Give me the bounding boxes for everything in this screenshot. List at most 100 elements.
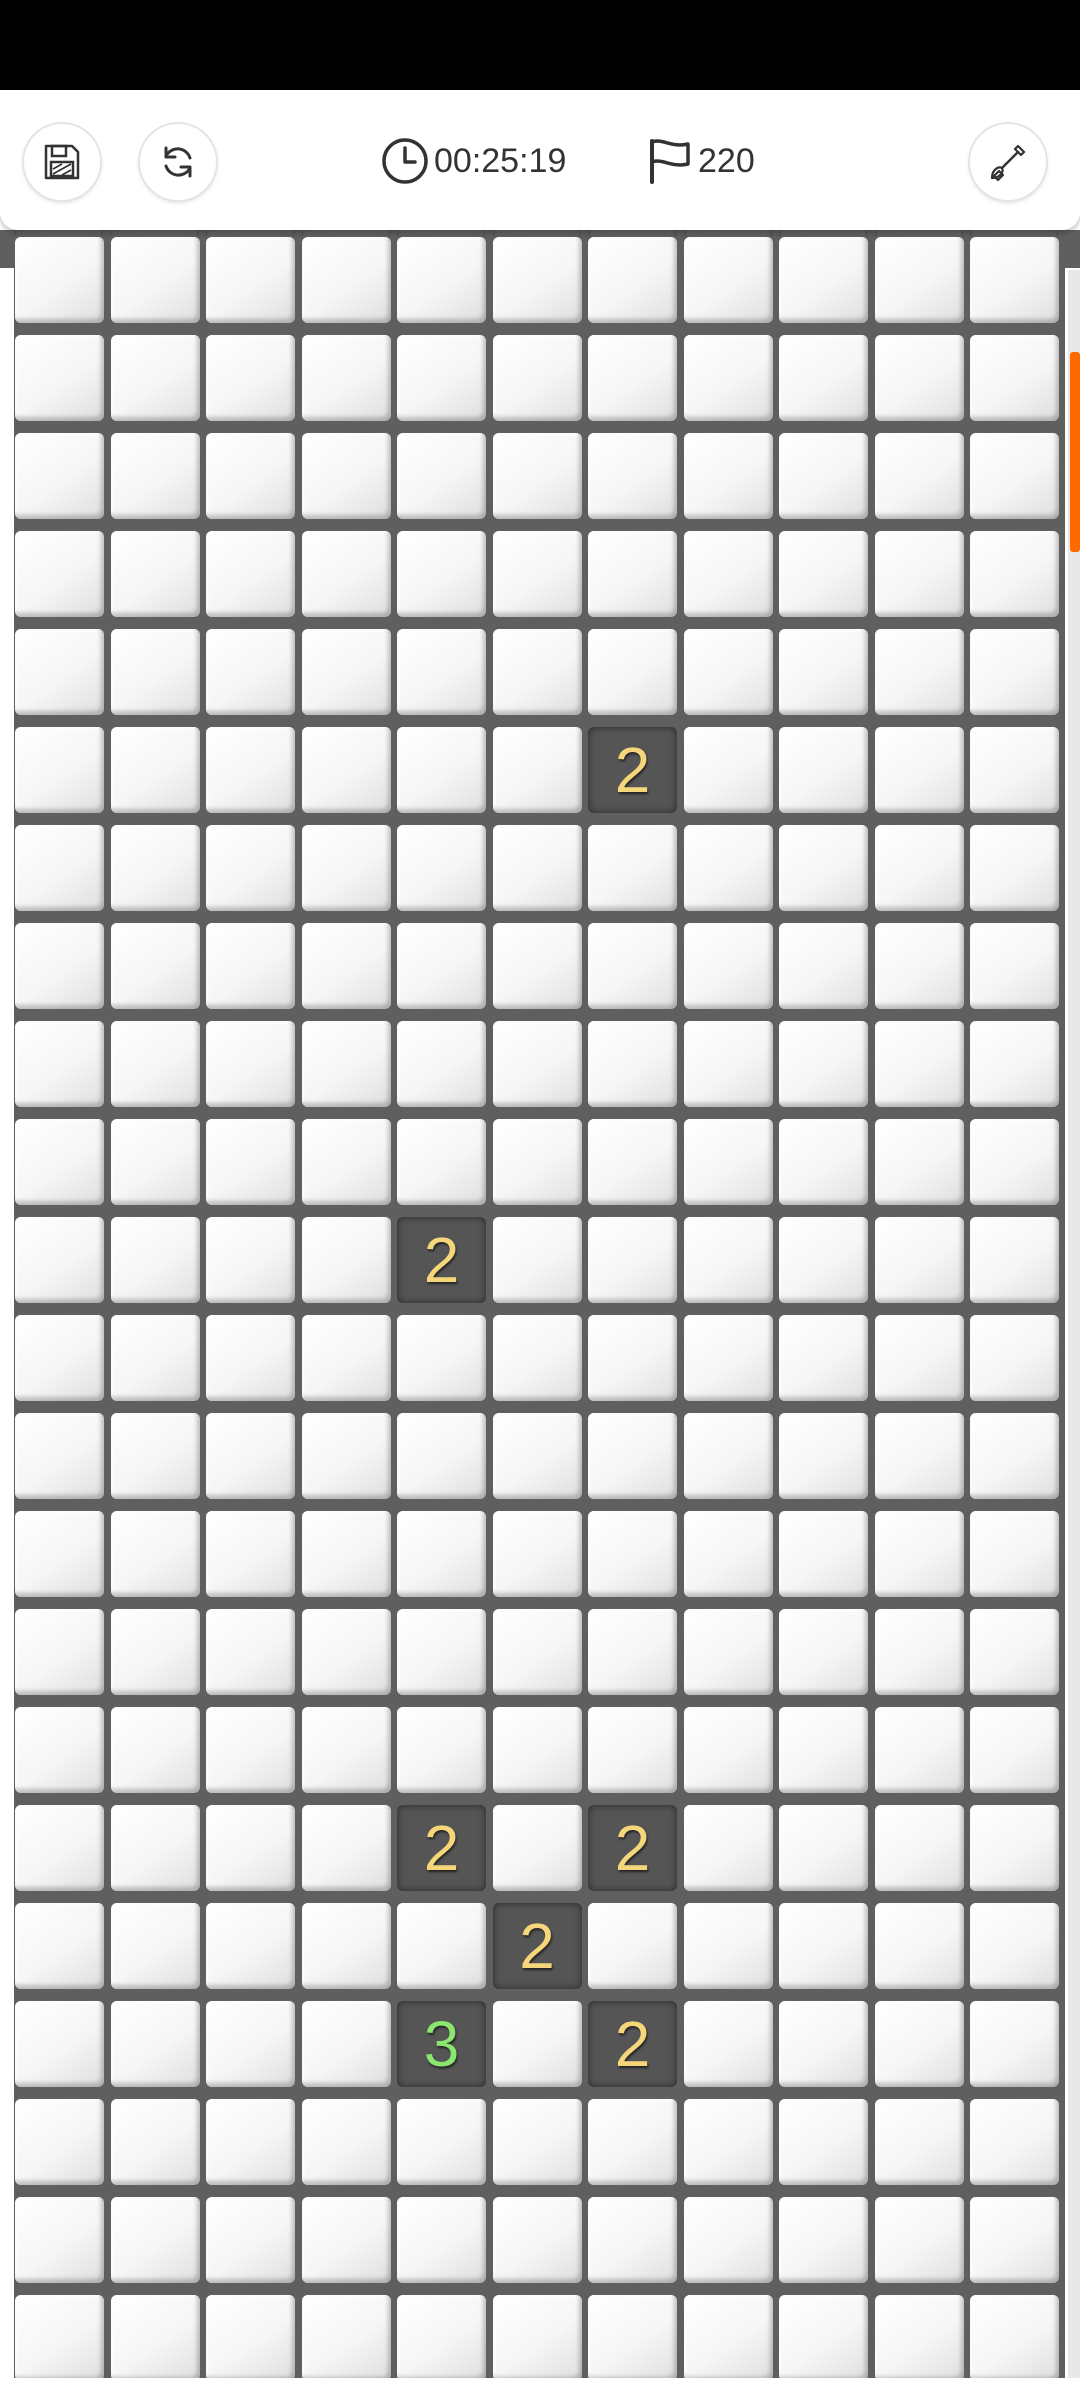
unrevealed-cell[interactable] — [15, 2197, 104, 2283]
unrevealed-cell[interactable] — [206, 727, 295, 813]
unrevealed-cell[interactable] — [110, 1315, 200, 1401]
unrevealed-cell[interactable] — [683, 1119, 773, 1205]
unrevealed-cell[interactable] — [492, 1413, 582, 1499]
unrevealed-cell[interactable] — [970, 237, 1059, 323]
unrevealed-cell[interactable] — [588, 1413, 677, 1499]
unrevealed-cell[interactable] — [301, 1511, 391, 1597]
unrevealed-cell[interactable] — [779, 727, 868, 813]
unrevealed-cell[interactable] — [588, 531, 677, 617]
unrevealed-cell[interactable] — [970, 1315, 1059, 1401]
unrevealed-cell[interactable] — [206, 1021, 295, 1107]
unrevealed-cell[interactable] — [492, 727, 582, 813]
unrevealed-cell[interactable] — [970, 727, 1059, 813]
unrevealed-cell[interactable] — [874, 1315, 964, 1401]
unrevealed-cell[interactable] — [15, 1511, 104, 1597]
unrevealed-cell[interactable] — [588, 923, 677, 1009]
unrevealed-cell[interactable] — [110, 1805, 200, 1891]
unrevealed-cell[interactable] — [588, 1903, 677, 1989]
unrevealed-cell[interactable] — [588, 433, 677, 519]
unrevealed-cell[interactable] — [779, 237, 868, 323]
unrevealed-cell[interactable] — [110, 1707, 200, 1793]
unrevealed-cell[interactable] — [874, 825, 964, 911]
unrevealed-cell[interactable] — [492, 1707, 582, 1793]
unrevealed-cell[interactable] — [397, 1511, 486, 1597]
unrevealed-cell[interactable] — [492, 237, 582, 323]
unrevealed-cell[interactable] — [301, 2197, 391, 2283]
unrevealed-cell[interactable] — [110, 1511, 200, 1597]
unrevealed-cell[interactable] — [301, 629, 391, 715]
unrevealed-cell[interactable] — [683, 237, 773, 323]
unrevealed-cell[interactable] — [874, 1119, 964, 1205]
scrollbar-thumb[interactable] — [1070, 352, 1080, 552]
unrevealed-cell[interactable] — [970, 1119, 1059, 1205]
save-button[interactable] — [22, 122, 102, 202]
unrevealed-cell[interactable] — [492, 433, 582, 519]
unrevealed-cell[interactable] — [15, 433, 104, 519]
unrevealed-cell[interactable] — [779, 433, 868, 519]
dig-mode-button[interactable] — [968, 122, 1048, 202]
unrevealed-cell[interactable] — [683, 2001, 773, 2087]
unrevealed-cell[interactable] — [301, 825, 391, 911]
unrevealed-cell[interactable] — [683, 2197, 773, 2283]
unrevealed-cell[interactable] — [779, 2001, 868, 2087]
unrevealed-cell[interactable] — [206, 1805, 295, 1891]
unrevealed-cell[interactable] — [206, 2197, 295, 2283]
unrevealed-cell[interactable] — [206, 1217, 295, 1303]
unrevealed-cell[interactable] — [301, 2001, 391, 2087]
unrevealed-cell[interactable] — [301, 335, 391, 421]
unrevealed-cell[interactable] — [970, 923, 1059, 1009]
unrevealed-cell[interactable] — [779, 2197, 868, 2283]
unrevealed-cell[interactable] — [15, 2001, 104, 2087]
unrevealed-cell[interactable] — [683, 1021, 773, 1107]
unrevealed-cell[interactable] — [15, 237, 104, 323]
unrevealed-cell[interactable] — [683, 433, 773, 519]
unrevealed-cell[interactable] — [206, 923, 295, 1009]
unrevealed-cell[interactable] — [397, 2099, 486, 2185]
unrevealed-cell[interactable] — [397, 1119, 486, 1205]
unrevealed-cell[interactable] — [397, 531, 486, 617]
unrevealed-cell[interactable] — [970, 1021, 1059, 1107]
unrevealed-cell[interactable] — [874, 1609, 964, 1695]
unrevealed-cell[interactable] — [301, 1805, 391, 1891]
unrevealed-cell[interactable] — [779, 1315, 868, 1401]
revealed-cell[interactable]: 2 — [588, 727, 677, 813]
unrevealed-cell[interactable] — [970, 1217, 1059, 1303]
unrevealed-cell[interactable] — [110, 1413, 200, 1499]
unrevealed-cell[interactable] — [779, 1903, 868, 1989]
unrevealed-cell[interactable] — [397, 335, 486, 421]
unrevealed-cell[interactable] — [397, 2197, 486, 2283]
unrevealed-cell[interactable] — [779, 1609, 868, 1695]
unrevealed-cell[interactable] — [779, 825, 868, 911]
unrevealed-cell[interactable] — [683, 629, 773, 715]
unrevealed-cell[interactable] — [301, 1413, 391, 1499]
unrevealed-cell[interactable] — [110, 727, 200, 813]
unrevealed-cell[interactable] — [110, 2001, 200, 2087]
unrevealed-cell[interactable] — [779, 335, 868, 421]
unrevealed-cell[interactable] — [874, 2099, 964, 2185]
revealed-cell[interactable]: 2 — [588, 1805, 677, 1891]
unrevealed-cell[interactable] — [492, 629, 582, 715]
unrevealed-cell[interactable] — [970, 2099, 1059, 2185]
unrevealed-cell[interactable] — [301, 531, 391, 617]
unrevealed-cell[interactable] — [683, 531, 773, 617]
unrevealed-cell[interactable] — [683, 727, 773, 813]
unrevealed-cell[interactable] — [779, 1119, 868, 1205]
unrevealed-cell[interactable] — [779, 1217, 868, 1303]
unrevealed-cell[interactable] — [206, 335, 295, 421]
unrevealed-cell[interactable] — [206, 2099, 295, 2185]
revealed-cell[interactable]: 2 — [588, 2001, 677, 2087]
unrevealed-cell[interactable] — [110, 335, 200, 421]
unrevealed-cell[interactable] — [779, 1707, 868, 1793]
unrevealed-cell[interactable] — [492, 1021, 582, 1107]
unrevealed-cell[interactable] — [492, 1217, 582, 1303]
unrevealed-cell[interactable] — [110, 1609, 200, 1695]
unrevealed-cell[interactable] — [492, 2001, 582, 2087]
unrevealed-cell[interactable] — [110, 2099, 200, 2185]
unrevealed-cell[interactable] — [588, 1217, 677, 1303]
unrevealed-cell[interactable] — [588, 825, 677, 911]
unrevealed-cell[interactable] — [874, 1511, 964, 1597]
unrevealed-cell[interactable] — [970, 1903, 1059, 1989]
unrevealed-cell[interactable] — [206, 825, 295, 911]
unrevealed-cell[interactable] — [397, 1315, 486, 1401]
unrevealed-cell[interactable] — [110, 825, 200, 911]
